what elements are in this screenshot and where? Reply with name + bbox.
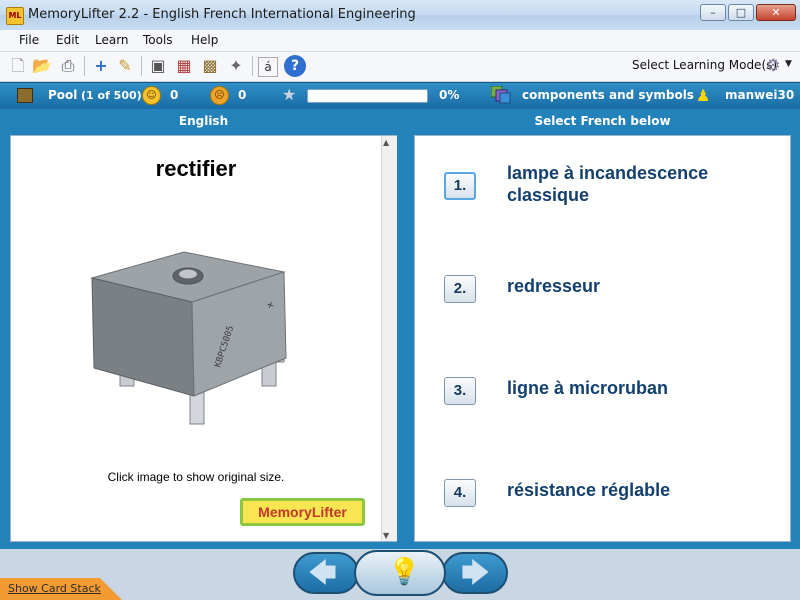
close-button[interactable]: ✕: [756, 4, 796, 21]
wrong-smiley-icon: ☹: [210, 86, 229, 105]
box-label: Pool: [48, 88, 78, 102]
progress-bar: [307, 89, 428, 103]
minimize-button[interactable]: –: [700, 4, 726, 21]
menu-edit[interactable]: Edit: [56, 33, 79, 47]
answer-1-text[interactable]: lampe à incandescence classique: [507, 162, 769, 206]
arrow-left-icon: 🡄: [308, 556, 337, 589]
learning-mode-label[interactable]: Select Learning Mode(s): [632, 58, 777, 72]
answer-4-button[interactable]: 4.: [444, 479, 476, 507]
help-icon[interactable]: ?: [284, 55, 306, 77]
menu-file[interactable]: File: [19, 33, 39, 47]
edit-card-icon[interactable]: ✎: [114, 55, 136, 77]
gear-icon[interactable]: ⚙: [762, 55, 784, 77]
memorylifter-logo: MemoryLifter: [240, 498, 365, 526]
chapter-icon: [491, 86, 511, 104]
show-card-stack-link[interactable]: Show Card Stack: [8, 582, 101, 595]
question-scrollbar[interactable]: [381, 136, 397, 541]
answer-4-text[interactable]: résistance réglable: [507, 479, 769, 501]
question-word: rectifier: [155, 156, 237, 181]
correct-count: 0: [170, 88, 179, 102]
menu-learn[interactable]: Learn: [95, 33, 129, 47]
user-name: manwei30: [725, 88, 795, 102]
question-column-header: English: [178, 114, 229, 128]
answer-3-text[interactable]: ligne à microruban: [507, 377, 769, 399]
toolbar-separator: [141, 56, 142, 76]
box-icon: [17, 88, 33, 103]
answer-2-text[interactable]: redresseur: [507, 275, 769, 297]
image-hint: Click image to show original size.: [107, 470, 285, 484]
open-folder-icon[interactable]: 📂: [31, 55, 53, 77]
presentation-icon[interactable]: ▣: [147, 55, 169, 77]
statistics-icon[interactable]: ▦: [173, 55, 195, 77]
special-characters-icon[interactable]: á: [258, 57, 278, 77]
wrong-count: 0: [238, 88, 247, 102]
progress-text: 0%: [439, 88, 460, 102]
chapter-name: components and symbols: [522, 88, 694, 102]
answer-1-button[interactable]: 1.: [444, 172, 476, 200]
menu-help[interactable]: Help: [191, 33, 218, 47]
print-icon[interactable]: ⎙: [57, 55, 79, 77]
chevron-down-icon[interactable]: ▼: [785, 59, 792, 69]
box-position: (1 of 500): [81, 89, 142, 102]
app-icon: ML: [6, 7, 24, 25]
user-icon: ♟: [696, 86, 711, 105]
toolbar-separator: [84, 56, 85, 76]
lightbulb-icon: 💡: [388, 557, 421, 587]
tools-icon[interactable]: ✦: [225, 55, 247, 77]
box-icon[interactable]: ▩: [199, 55, 221, 77]
star-icon: ★: [282, 85, 297, 104]
toolbar-separator: [252, 56, 253, 76]
scroll-up-icon[interactable]: ▲: [383, 138, 389, 147]
new-file-icon[interactable]: 🗋: [7, 55, 29, 77]
answer-column-header: Select French below: [534, 114, 671, 128]
correct-smiley-icon: ☺: [142, 86, 161, 105]
answer-3-button[interactable]: 3.: [444, 377, 476, 405]
question-image[interactable]: KBPC5005 +: [72, 240, 322, 430]
window-title: MemoryLifter 2.2 - English French Intern…: [28, 7, 416, 22]
menu-tools[interactable]: Tools: [143, 33, 173, 47]
maximize-button[interactable]: □: [728, 4, 754, 21]
scroll-down-icon[interactable]: ▼: [383, 531, 389, 540]
answer-2-button[interactable]: 2.: [444, 275, 476, 303]
arrow-right-icon: 🡆: [461, 556, 490, 589]
add-card-icon[interactable]: +: [90, 55, 112, 77]
